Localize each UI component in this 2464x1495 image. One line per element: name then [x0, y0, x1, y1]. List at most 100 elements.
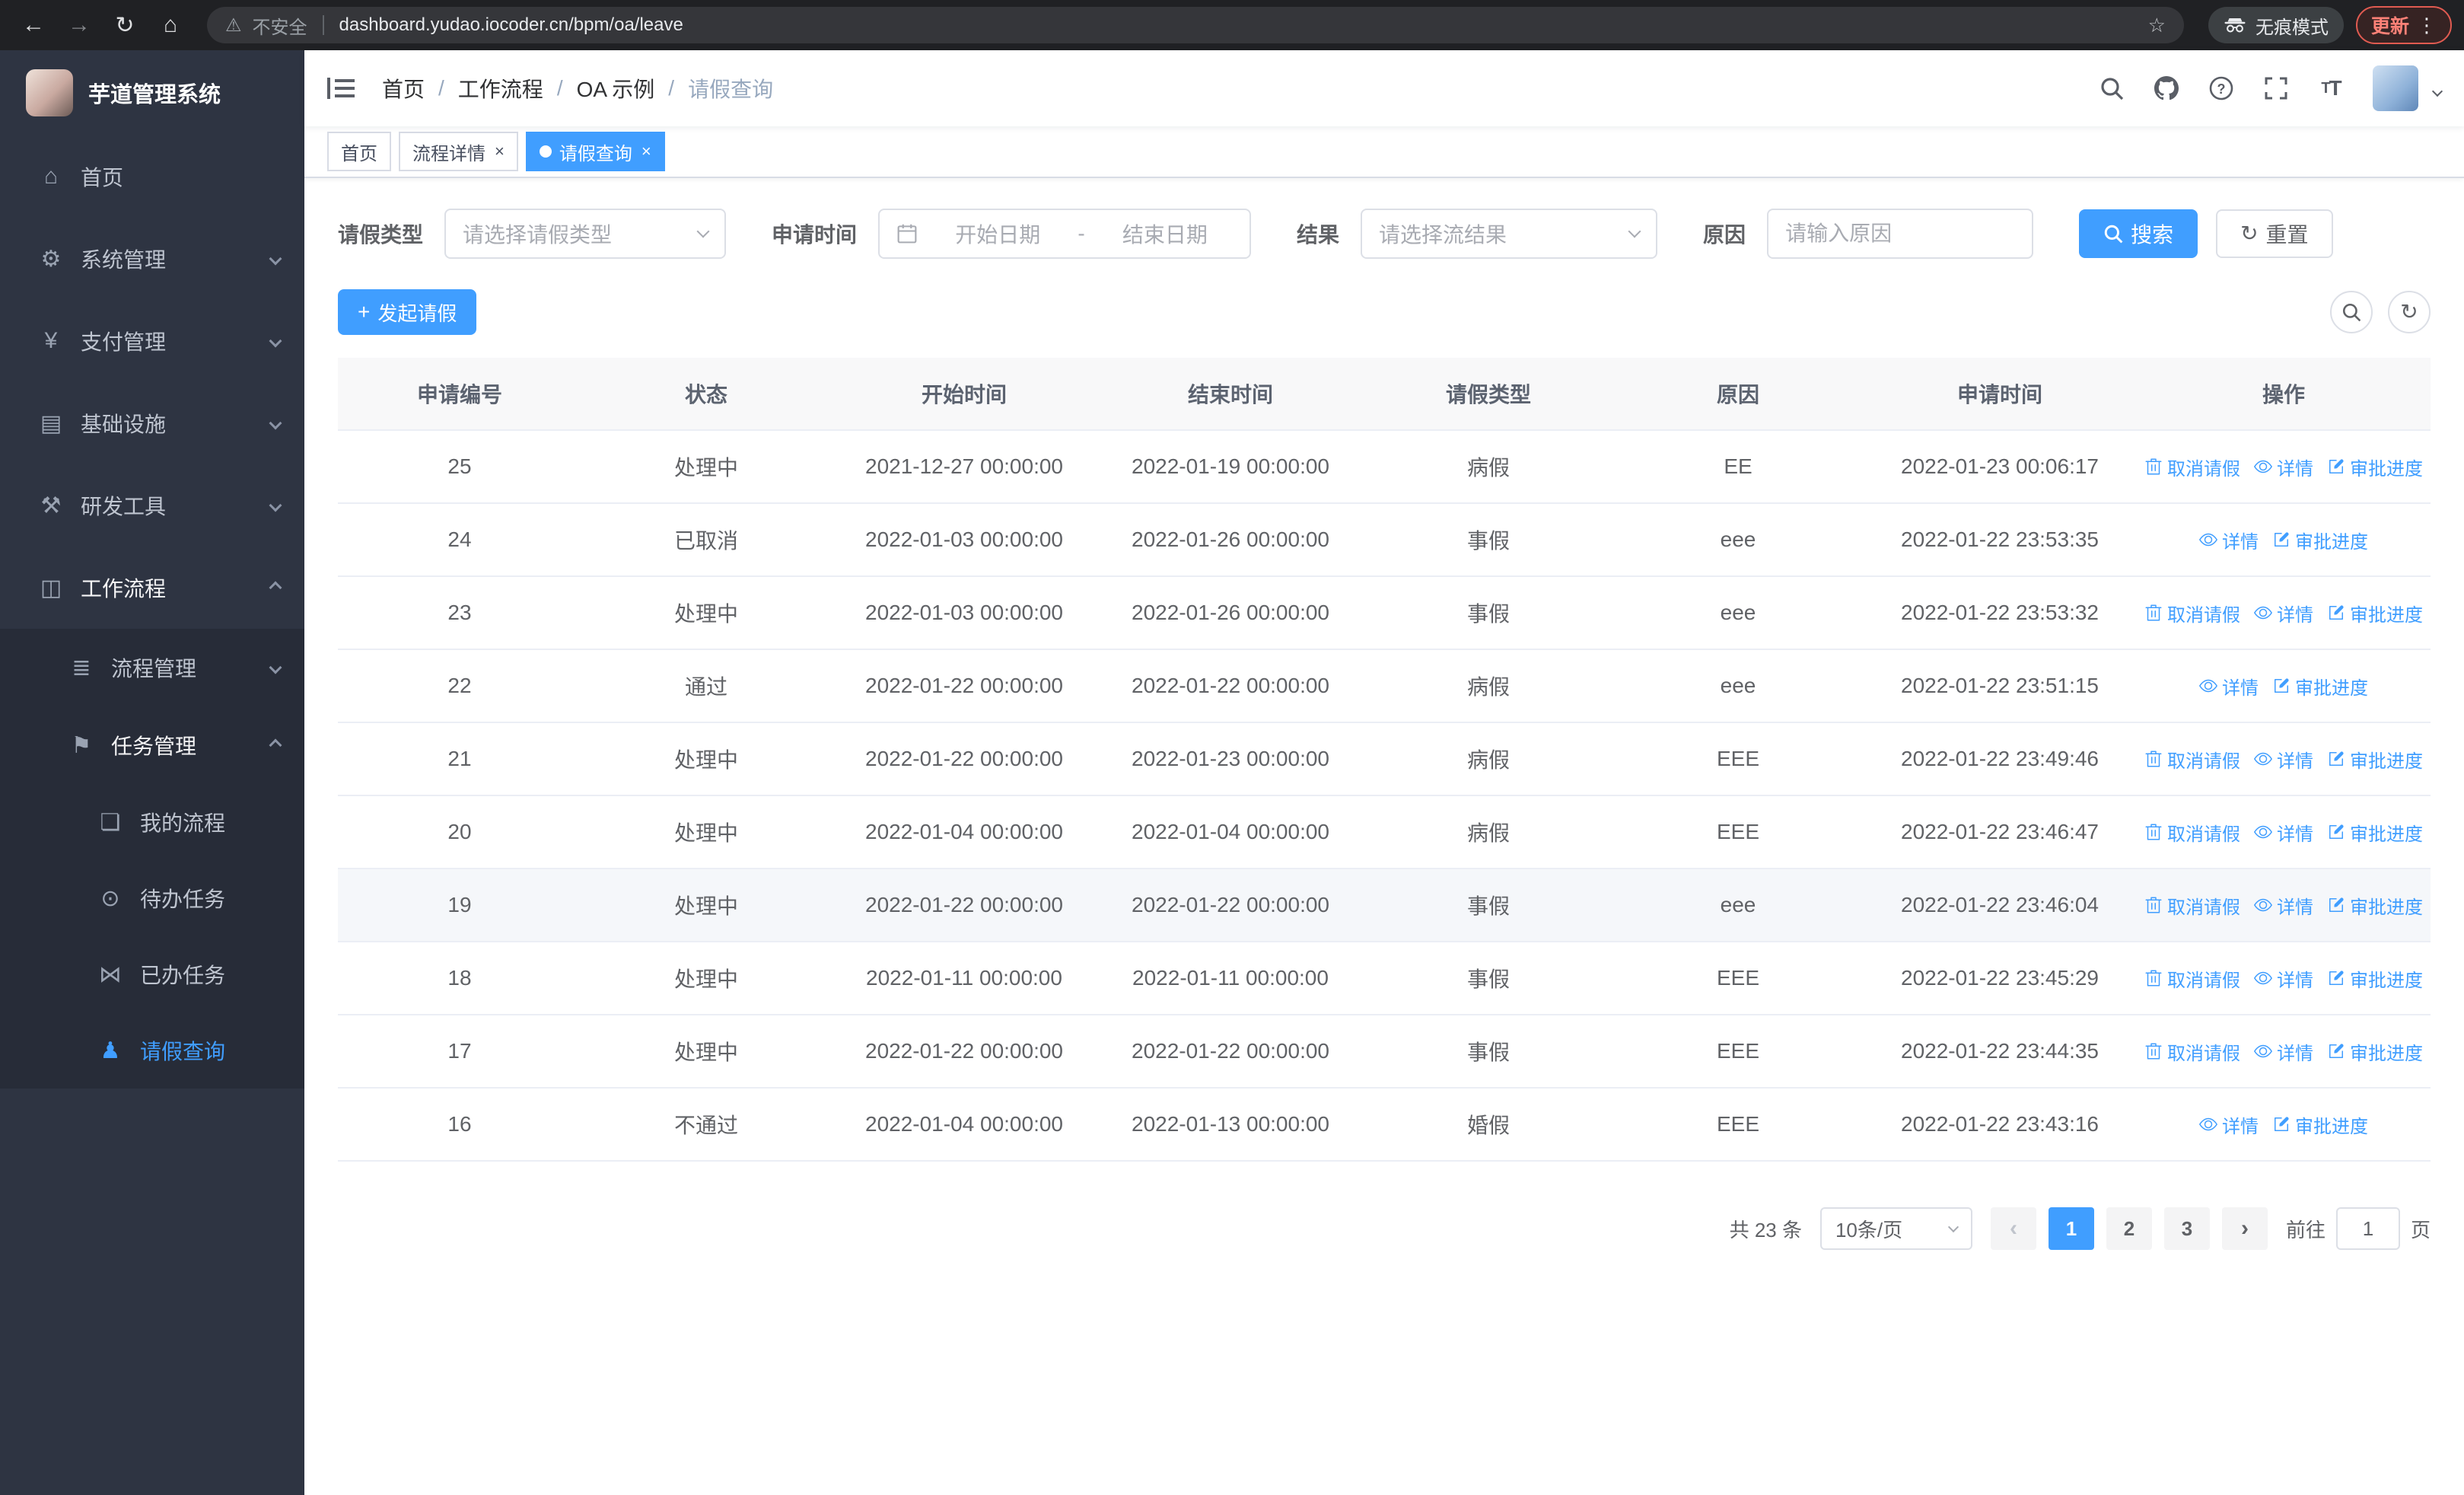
- detail-link[interactable]: 详情: [2254, 746, 2313, 773]
- incognito-icon: [2224, 18, 2246, 33]
- detail-link[interactable]: 详情: [2199, 673, 2259, 700]
- tab-process-detail[interactable]: 流程详情 ×: [399, 132, 518, 171]
- cell-status: 处理中: [673, 748, 738, 772]
- sidebar-item-system[interactable]: ⚙ 系统管理: [0, 218, 304, 300]
- tab-leave-query[interactable]: 请假查询 ×: [525, 132, 665, 171]
- breadcrumb-current: 请假查询: [688, 78, 774, 101]
- detail-link[interactable]: 详情: [2199, 527, 2259, 553]
- close-icon[interactable]: ×: [641, 143, 651, 160]
- reset-button-label: 重置: [2265, 223, 2309, 247]
- sidebar-toggle-icon[interactable]: [327, 73, 358, 104]
- reset-button[interactable]: ↻ 重置: [2216, 209, 2333, 258]
- sidebar-item-workflow[interactable]: ◫ 工作流程: [0, 547, 304, 629]
- pager: ‹ 1 2 3 ›: [1990, 1207, 2268, 1250]
- cancel-leave-link[interactable]: 取消请假: [2144, 819, 2240, 846]
- cancel-leave-link[interactable]: 取消请假: [2144, 892, 2240, 919]
- github-icon[interactable]: [2154, 75, 2179, 101]
- prev-page-button[interactable]: ‹: [1990, 1207, 2036, 1250]
- sidebar-item-leave-query[interactable]: ♟ 请假查询: [0, 1012, 304, 1089]
- audit-progress-link[interactable]: 审批进度: [2327, 746, 2423, 773]
- sidebar-item-task-mgmt[interactable]: ⚑ 任务管理: [0, 706, 304, 784]
- audit-progress-link[interactable]: 审批进度: [2272, 527, 2368, 553]
- cell-id: 20: [447, 820, 472, 843]
- cell-id: 17: [447, 1039, 472, 1063]
- refresh-table-button[interactable]: ↻: [2388, 291, 2431, 333]
- close-icon[interactable]: ×: [495, 143, 505, 160]
- tags-bar: 首页 流程详情 × 请假查询 ×: [304, 126, 2464, 178]
- breadcrumb-home[interactable]: 首页: [382, 73, 425, 104]
- cancel-leave-link[interactable]: 取消请假: [2144, 965, 2240, 992]
- reload-button[interactable]: ↻: [103, 4, 146, 46]
- audit-progress-link[interactable]: 审批进度: [2327, 1038, 2423, 1065]
- cell-actions: 详情 审批进度: [2137, 504, 2431, 575]
- detail-link[interactable]: 详情: [2254, 965, 2313, 992]
- search-icon[interactable]: [2099, 75, 2125, 101]
- detail-link[interactable]: 详情: [2254, 600, 2313, 626]
- search-button[interactable]: 搜索: [2079, 209, 2198, 258]
- table-row: 24 已取消 2022-01-03 00:00:00 2022-01-26 00:00…: [338, 504, 2431, 577]
- toggle-search-button[interactable]: [2330, 291, 2373, 333]
- cell-status: 处理中: [673, 602, 738, 626]
- chrome-update-button[interactable]: 更新 ⋮: [2355, 6, 2452, 44]
- cell-end: 2022-01-19 00:00:00: [1132, 454, 1329, 478]
- audit-progress-link[interactable]: 审批进度: [2327, 892, 2423, 919]
- font-size-icon[interactable]: TT: [2318, 75, 2344, 101]
- forward-button[interactable]: →: [58, 4, 100, 46]
- next-page-button[interactable]: ›: [2221, 1207, 2268, 1250]
- goto-page-input[interactable]: [2335, 1207, 2400, 1250]
- leave-type-select[interactable]: 请选择请假类型: [444, 209, 727, 259]
- detail-link[interactable]: 详情: [2254, 892, 2313, 919]
- home-button[interactable]: ⌂: [149, 4, 192, 46]
- page-size-select[interactable]: 10条/页: [1819, 1207, 1972, 1250]
- cell-end: 2022-01-22 00:00:00: [1132, 1039, 1329, 1063]
- audit-progress-link[interactable]: 审批进度: [2327, 819, 2423, 846]
- sidebar-item-infrastructure[interactable]: ▤ 基础设施: [0, 382, 304, 464]
- detail-link[interactable]: 详情: [2254, 454, 2313, 480]
- chrome-menu-icon[interactable]: ⋮: [2417, 14, 2437, 37]
- page-button-1[interactable]: 1: [2048, 1207, 2094, 1250]
- chevron-down-icon: [269, 416, 282, 430]
- audit-progress-link[interactable]: 审批进度: [2272, 1111, 2368, 1138]
- page-button-3[interactable]: 3: [2163, 1207, 2210, 1250]
- breadcrumb-workflow: 工作流程: [457, 78, 543, 101]
- cancel-leave-link[interactable]: 取消请假: [2144, 1038, 2240, 1065]
- cancel-leave-link[interactable]: 取消请假: [2144, 600, 2240, 626]
- sidebar-item-payment[interactable]: ¥ 支付管理: [0, 300, 304, 382]
- audit-progress-link[interactable]: 审批进度: [2327, 454, 2423, 480]
- create-leave-button[interactable]: + 发起请假: [338, 289, 477, 335]
- sidebar-item-done-tasks[interactable]: ⋈ 已办任务: [0, 936, 304, 1012]
- cell-status: 处理中: [673, 967, 738, 991]
- sidebar-logo[interactable]: 芋道管理系统: [0, 50, 304, 135]
- cell-actions: 取消请假 详情 审批进度: [2137, 796, 2431, 868]
- audit-progress-link[interactable]: 审批进度: [2327, 600, 2423, 626]
- sidebar-item-todo-tasks[interactable]: ⊙ 待办任务: [0, 860, 304, 936]
- tab-home[interactable]: 首页: [327, 132, 391, 171]
- back-button[interactable]: ←: [12, 4, 55, 46]
- cell-start: 2022-01-03 00:00:00: [865, 601, 1063, 624]
- cell-actions: 详情 审批进度: [2137, 1089, 2431, 1160]
- cancel-leave-link[interactable]: 取消请假: [2144, 746, 2240, 773]
- sidebar-item-my-process[interactable]: ❏ 我的流程: [0, 784, 304, 860]
- audit-progress-link[interactable]: 审批进度: [2272, 673, 2368, 700]
- detail-link[interactable]: 详情: [2254, 819, 2313, 846]
- address-bar[interactable]: ⚠ 不安全 dashboard.yudao.iocoder.cn/bpm/oa/…: [207, 7, 2184, 43]
- cell-end: 2022-01-11 00:00:00: [1132, 966, 1329, 990]
- audit-progress-link[interactable]: 审批进度: [2327, 965, 2423, 992]
- detail-link[interactable]: 详情: [2199, 1111, 2259, 1138]
- reason-input[interactable]: [1767, 209, 2034, 259]
- cancel-leave-link[interactable]: 取消请假: [2144, 454, 2240, 480]
- sidebar-item-process-mgmt[interactable]: ≣ 流程管理: [0, 629, 304, 706]
- bookmark-star-icon[interactable]: ☆: [2148, 14, 2166, 37]
- detail-link[interactable]: 详情: [2254, 1038, 2313, 1065]
- help-icon[interactable]: ?: [2208, 75, 2234, 101]
- table-row: 20 处理中 2022-01-04 00:00:00 2022-01-04 00:00…: [338, 796, 2431, 869]
- date-range-picker[interactable]: 开始日期 - 结束日期: [878, 209, 1252, 259]
- sidebar-item-devtools[interactable]: ⚒ 研发工具: [0, 464, 304, 547]
- page-button-2[interactable]: 2: [2106, 1207, 2152, 1250]
- sidebar-item-home[interactable]: ⌂ 首页: [0, 135, 304, 218]
- avatar-dropdown-icon[interactable]: [2431, 85, 2443, 97]
- result-select[interactable]: 请选择流结果: [1361, 209, 1658, 259]
- fullscreen-icon[interactable]: [2263, 75, 2289, 101]
- breadcrumb-separator: /: [438, 76, 444, 100]
- user-avatar[interactable]: [2373, 65, 2418, 111]
